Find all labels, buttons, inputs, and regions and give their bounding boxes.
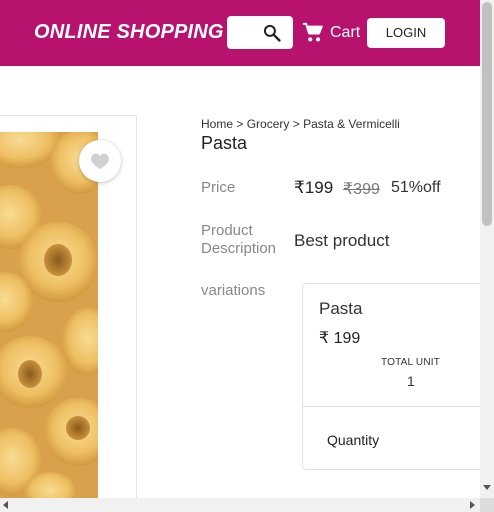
original-price: ₹399 [343, 181, 380, 198]
wishlist-button[interactable] [79, 140, 121, 182]
breadcrumb-home[interactable]: Home [201, 117, 233, 131]
brand-logo[interactable]: ONLINE SHOPPING [34, 21, 224, 44]
horizontal-scrollbar[interactable] [0, 498, 480, 512]
description-label: Product Description [201, 222, 276, 258]
scroll-left-arrow-icon[interactable] [3, 501, 8, 509]
product-price: ₹199 [294, 178, 334, 197]
search-icon[interactable] [262, 23, 282, 43]
top-header: ONLINE SHOPPING Cart LOGIN [0, 0, 480, 66]
image-card-border [136, 115, 137, 505]
quantity-label: Quantity [327, 432, 380, 448]
scroll-right-arrow-icon[interactable] [470, 501, 475, 509]
vertical-scrollbar[interactable] [480, 0, 494, 498]
description-label-line: Description [201, 240, 277, 257]
vertical-scrollbar-thumb[interactable] [482, 2, 492, 226]
breadcrumb-category[interactable]: Pasta & Vermicelli [303, 117, 400, 131]
login-button[interactable]: LOGIN [367, 18, 445, 48]
variation-divider [303, 406, 480, 407]
discount-badge: 51%off [391, 179, 441, 196]
product-title: Pasta [201, 133, 248, 153]
description-label-line: Product [201, 222, 253, 239]
product-image [0, 132, 98, 498]
breadcrumb-grocery[interactable]: Grocery [247, 117, 290, 131]
search-input[interactable] [227, 16, 293, 49]
scroll-down-arrow-icon[interactable] [483, 485, 491, 490]
product-description: Best product [294, 231, 390, 250]
image-card-border [0, 115, 137, 116]
variation-name: Pasta [319, 299, 363, 318]
price-label: Price [201, 179, 236, 196]
shopping-cart-icon[interactable] [302, 22, 324, 44]
variation-price: ₹ 199 [319, 330, 361, 347]
heart-icon [91, 153, 109, 170]
breadcrumb: Home > Grocery > Pasta & Vermicelli [201, 117, 400, 131]
breadcrumb-separator: > [289, 117, 304, 131]
total-unit-value: 1 [407, 373, 415, 389]
cart-link[interactable]: Cart [330, 24, 360, 42]
total-unit-label: TOTAL UNIT [381, 357, 441, 368]
scrollbar-corner [480, 498, 494, 512]
breadcrumb-separator: > [233, 117, 247, 131]
variations-label: variations [201, 282, 266, 299]
